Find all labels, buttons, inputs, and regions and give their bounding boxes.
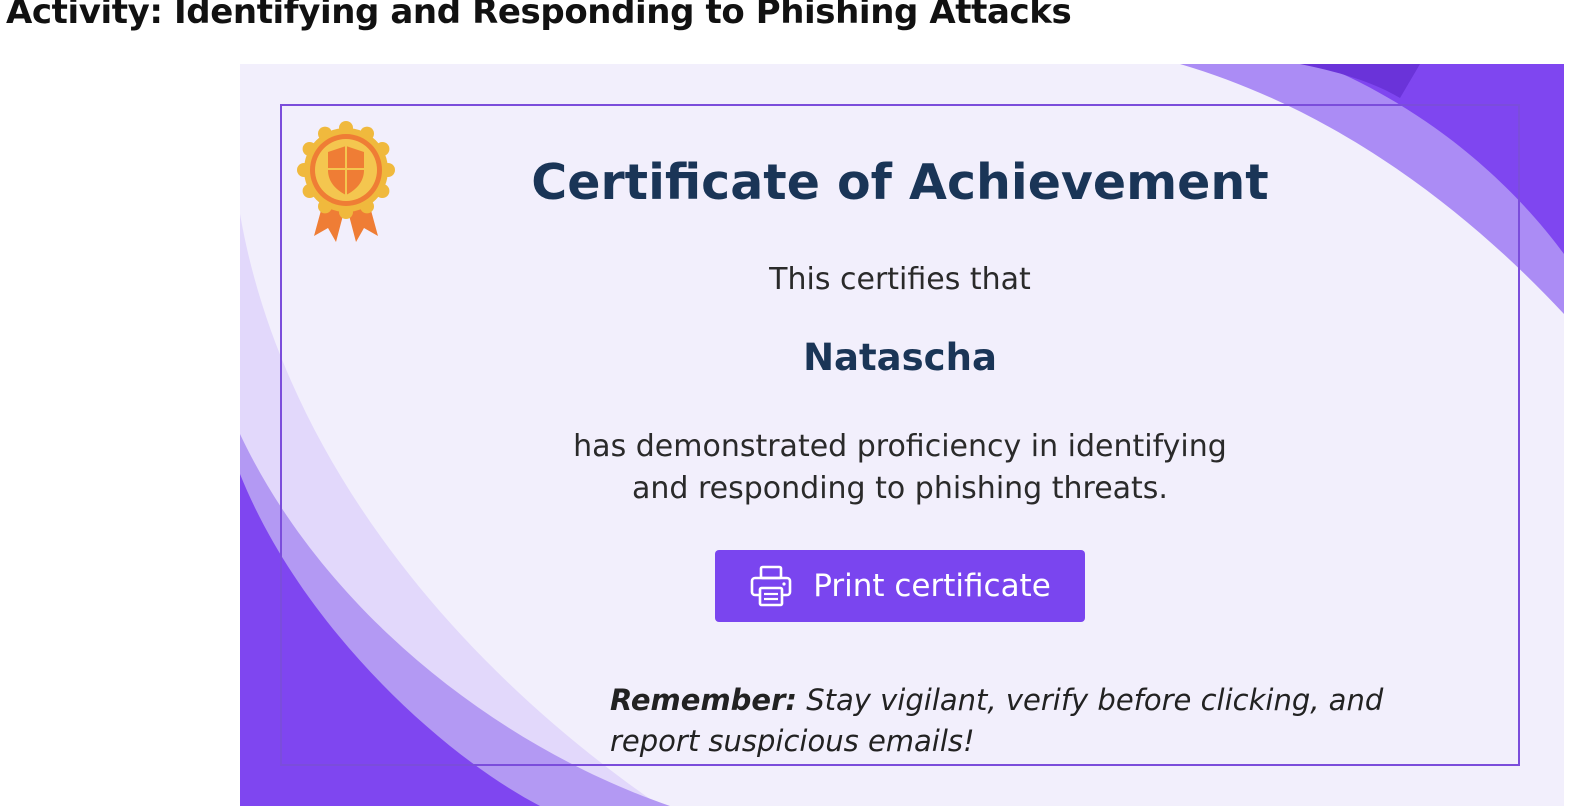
printer-icon: [750, 565, 792, 607]
certificate-description: has demonstrated proficiency in identify…: [510, 426, 1290, 510]
print-button-label: Print certificate: [813, 568, 1051, 604]
award-shield-icon: [297, 121, 395, 242]
reminder-line-2: report suspicious emails!: [610, 724, 975, 758]
reminder-line-1-text: Stay vigilant, verify before clicking, a…: [806, 683, 1384, 717]
print-certificate-button[interactable]: Print certificate: [715, 550, 1085, 622]
description-line-2: and responding to phishing threats.: [632, 471, 1168, 506]
page-title: Activity: Identifying and Responding to …: [6, 0, 1072, 32]
reminder-lead: Remember:: [610, 683, 797, 717]
recipient-name: Natascha: [803, 336, 997, 379]
certificate-card: Certificate of Achievement This certifie…: [240, 64, 1564, 806]
reminder-line-1: Remember: Stay vigilant, verify before c…: [610, 680, 1510, 721]
description-line-1: has demonstrated proficiency in identify…: [573, 429, 1227, 464]
certificate-title: Certificate of Achievement: [531, 154, 1269, 211]
certificate-intro: This certifies that: [769, 262, 1031, 297]
reminder-note: Remember: Stay vigilant, verify before c…: [610, 680, 1510, 762]
